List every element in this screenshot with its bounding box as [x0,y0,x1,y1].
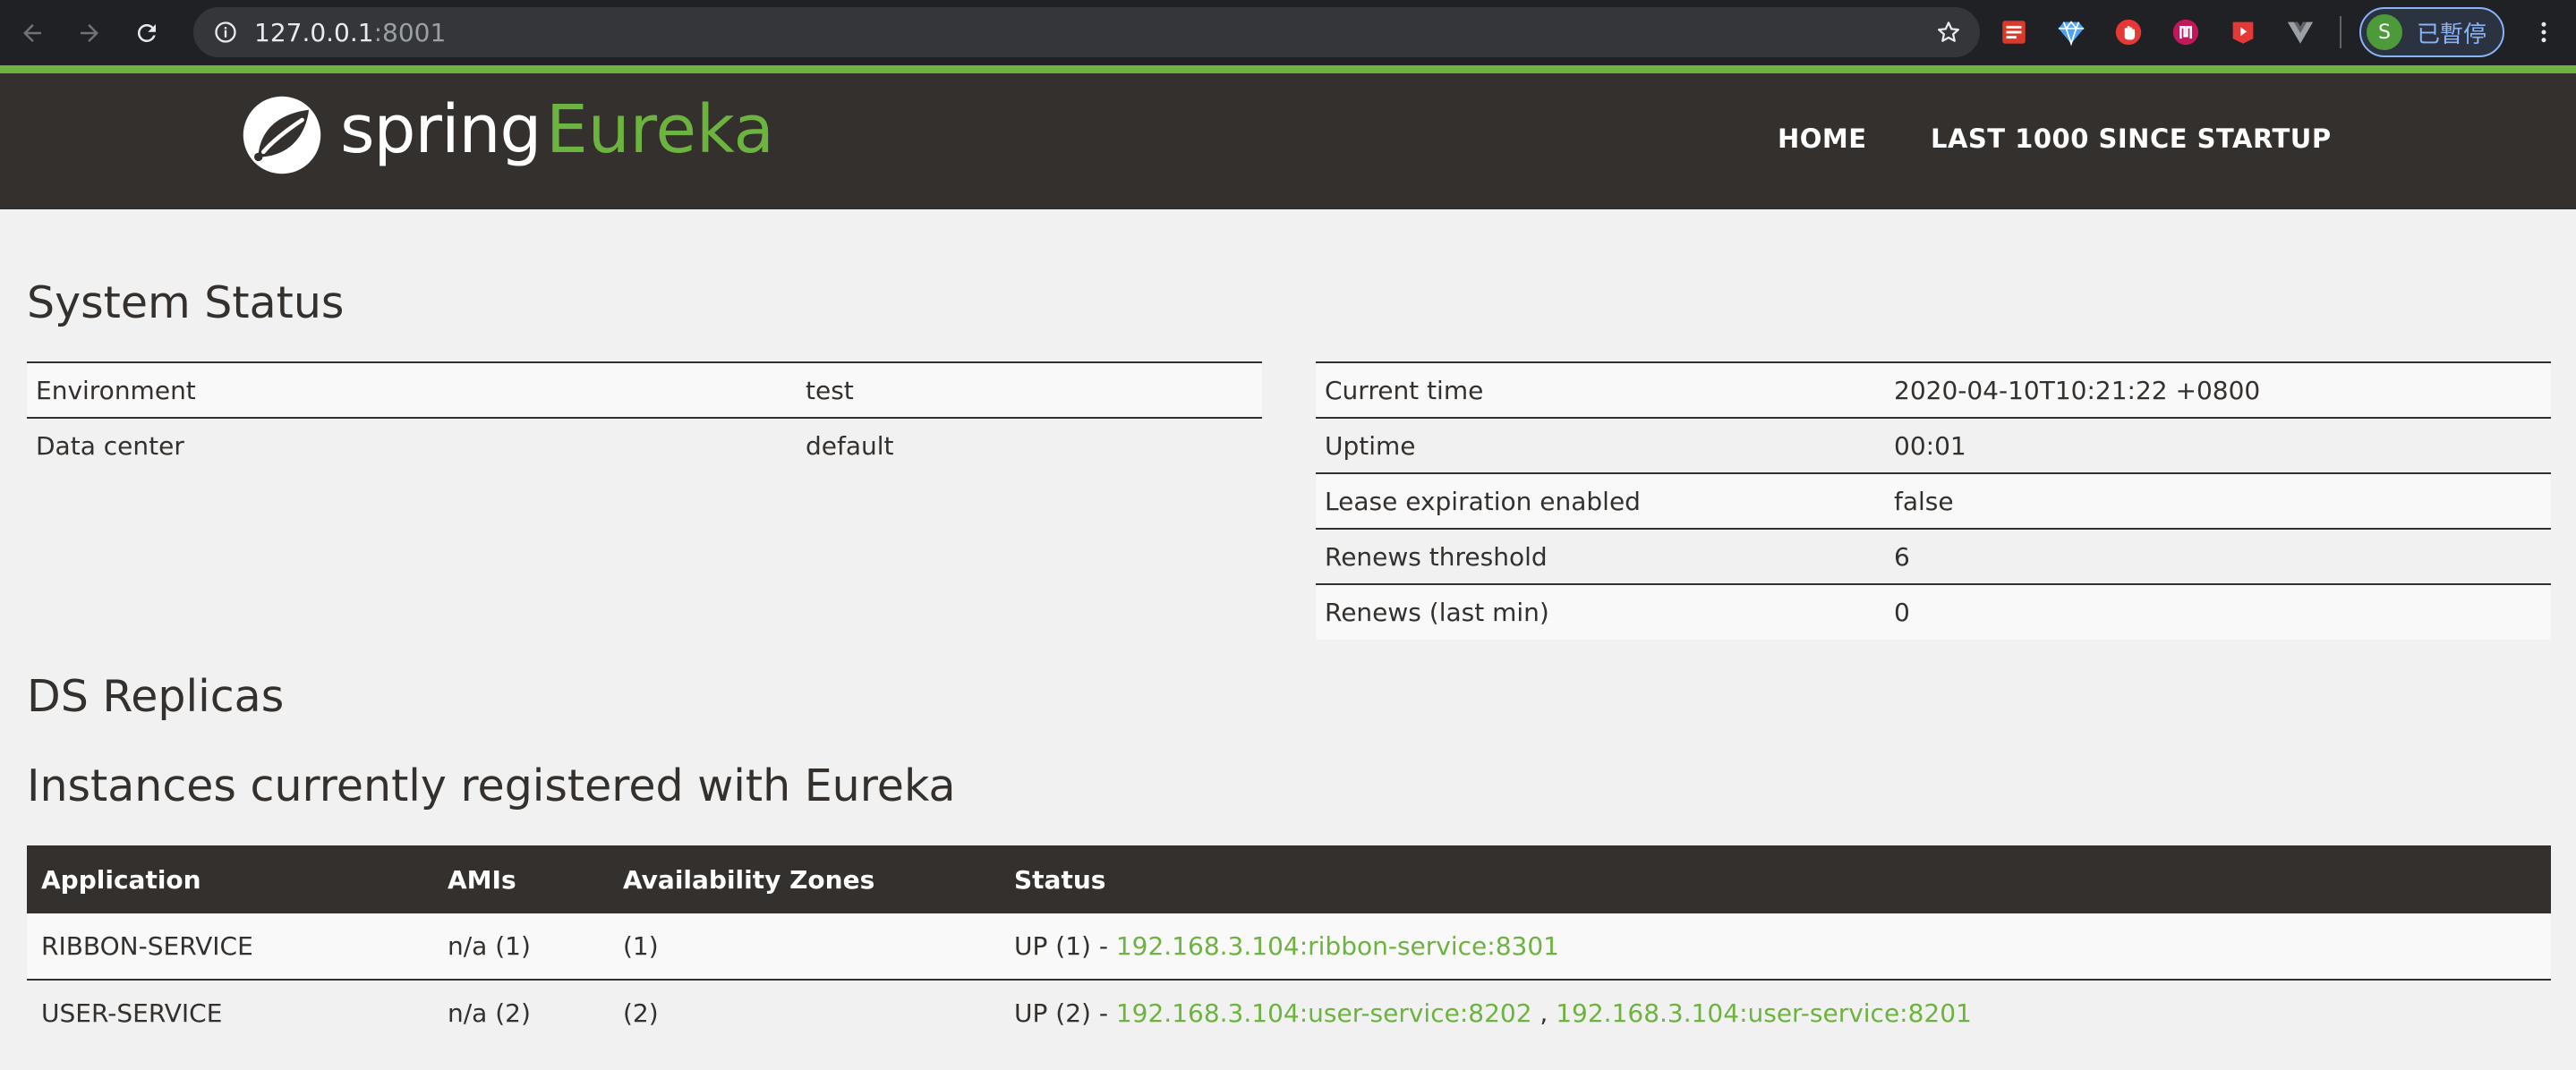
table-row: Current time 2020-04-10T10:21:22 +0800 [1316,361,2551,418]
amis-cell: n/a (1) [433,913,609,981]
hand-stop-extension-icon[interactable] [2111,15,2145,49]
ds-replicas-heading: DS Replicas [27,671,285,722]
instances-table: Application AMIs Availability Zones Stat… [27,845,2551,1046]
toolbar-separator [2340,16,2341,48]
play-extension-icon[interactable] [2226,15,2260,49]
status-value: 2020-04-10T10:21:22 +0800 [1885,361,2551,418]
logo-spring-text[interactable]: spring [340,91,542,168]
back-button[interactable] [7,8,57,58]
column-header-amis: AMIs [433,845,609,913]
column-header-status: Status [1000,845,2551,913]
profile-status-label: 已暫停 [2417,21,2487,48]
status-cell: UP (2) - 192.168.3.104:user-service:8202… [1000,980,2551,1046]
table-row: Renews (last min) 0 [1316,583,2551,640]
status-prefix: UP (1) - [1014,931,1116,961]
vue-extension-icon[interactable] [2283,15,2317,49]
browser-menu-button[interactable] [2526,14,2562,50]
link-separator: , [1531,998,1557,1028]
profile-button[interactable]: S 已暫停 [2359,7,2504,57]
table-row: Data center default [27,417,1262,473]
info-icon[interactable] [213,20,238,45]
status-value: 00:01 [1885,417,2551,473]
reload-button[interactable] [122,8,172,58]
bookmark-star-icon[interactable] [1935,19,1962,46]
nav-home-link[interactable]: HOME [1778,123,1867,154]
gem-extension-icon[interactable] [2054,15,2088,49]
table-row: Lease expiration enabled false [1316,472,2551,529]
system-status-heading: System Status [27,277,345,328]
instance-link[interactable]: 192.168.3.104:user-service:8202 [1116,998,1532,1028]
status-label: Environment [27,361,797,418]
system-status-right-table: Current time 2020-04-10T10:21:22 +0800 U… [1316,361,2551,640]
table-row: Renews threshold 6 [1316,528,2551,584]
table-row: Uptime 00:01 [1316,417,2551,473]
status-label: Uptime [1316,417,1885,473]
status-label: Renews threshold [1316,528,1885,584]
table-header-row: Application AMIs Availability Zones Stat… [27,845,2551,913]
instance-link[interactable]: 192.168.3.104:user-service:8201 [1556,998,1972,1028]
status-value: false [1885,472,2551,529]
amis-cell: n/a (2) [433,980,609,1046]
status-cell: UP (1) - 192.168.3.104:ribbon-service:83… [1000,913,2551,981]
application-cell: RIBBON-SERVICE [27,913,433,981]
table-row: RIBBON-SERVICE n/a (1) (1) UP (1) - 192.… [27,913,2551,981]
status-value: default [797,417,1262,473]
spring-leaf-icon[interactable] [240,93,324,177]
instance-link[interactable]: 192.168.3.104:ribbon-service:8301 [1116,931,1559,961]
instances-heading: Instances currently registered with Eure… [27,760,956,811]
address-bar[interactable]: 127.0.0.1:8001 [193,7,1980,57]
column-header-zones: Availability Zones [609,845,1000,913]
browser-toolbar: 127.0.0.1:8001 S 已暫停 [0,0,2576,65]
forward-button[interactable] [64,8,115,58]
more-vertical-icon [2541,21,2546,43]
status-label: Renews (last min) [1316,583,1885,640]
table-row: Environment test [27,361,1262,418]
status-value: 6 [1885,528,2551,584]
eureka-header: spring Eureka HOME LAST 1000 SINCE START… [0,73,2576,209]
nav-last-1000-link[interactable]: LAST 1000 SINCE STARTUP [1931,123,2332,154]
reload-icon [137,23,156,42]
application-cell: USER-SERVICE [27,980,433,1046]
zones-cell: (2) [609,980,1000,1046]
notes-extension-icon[interactable] [1997,15,2031,49]
status-value: test [797,361,1262,418]
status-label: Data center [27,417,797,473]
status-value: 0 [1885,583,2551,640]
brand-accent-bar [0,65,2576,73]
status-label: Lease expiration enabled [1316,472,1885,529]
status-label: Current time [1316,361,1885,418]
table-row: USER-SERVICE n/a (2) (2) UP (2) - 192.16… [27,980,2551,1046]
logo-eureka-text[interactable]: Eureka [546,91,774,168]
system-status-left-table: Environment test Data center default [27,361,1262,473]
arrow-right-icon [81,23,98,42]
arrow-left-icon [23,23,41,42]
status-prefix: UP (2) - [1014,998,1116,1028]
avatar: S [2367,14,2402,50]
url-text[interactable]: 127.0.0.1:8001 [254,18,446,47]
column-header-application: Application [27,845,433,913]
n-extension-icon[interactable] [2169,15,2203,49]
zones-cell: (1) [609,913,1000,981]
